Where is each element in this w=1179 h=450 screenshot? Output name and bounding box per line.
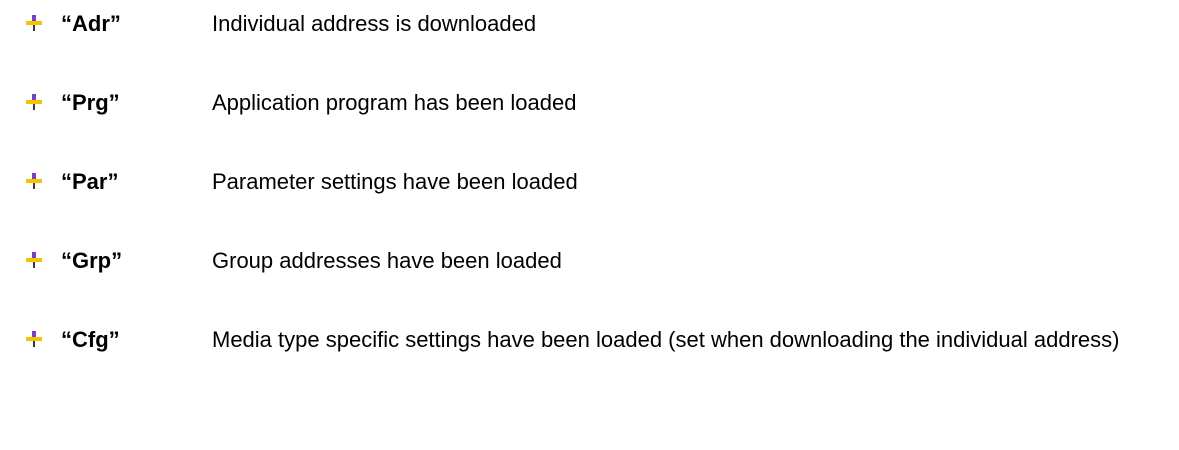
flag-description: Application program has been loaded	[212, 90, 577, 115]
status-flag-list: “Adr” Individual address is downloaded “…	[0, 0, 1179, 450]
flag-description: Group addresses have been loaded	[212, 248, 562, 273]
pushpin-bullet-icon	[26, 15, 42, 31]
flag-code: “Grp”	[61, 248, 123, 273]
pushpin-bullet-icon	[26, 94, 42, 110]
flag-description: Parameter settings have been loaded	[212, 169, 578, 194]
flag-code: “Par”	[61, 169, 119, 194]
pushpin-bullet-icon	[26, 173, 42, 189]
flag-code: “Cfg”	[61, 327, 120, 352]
flag-description: Media type specific settings have been l…	[212, 327, 1120, 352]
pushpin-bullet-icon	[26, 252, 42, 268]
flag-code: “Adr”	[61, 11, 121, 36]
flag-description: Individual address is downloaded	[212, 11, 537, 36]
pushpin-bullet-icon	[26, 331, 42, 347]
flag-code: “Prg”	[61, 90, 120, 115]
